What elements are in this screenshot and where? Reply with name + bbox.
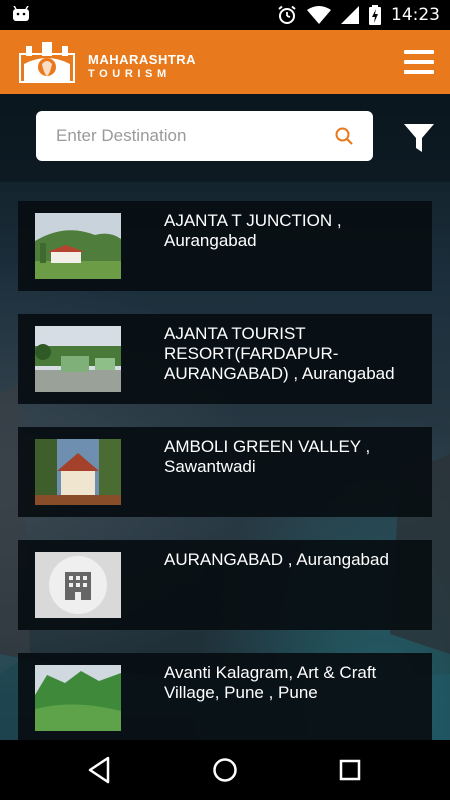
list-item[interactable]: AMBOLI GREEN VALLEY , Sawantwadi xyxy=(18,427,432,517)
status-bar: 14:23 xyxy=(0,0,450,30)
resort-photo xyxy=(35,439,121,505)
resort-photo xyxy=(35,326,121,392)
search-icon[interactable] xyxy=(335,127,353,145)
item-title: AJANTA TOURIST RESORT(FARDAPUR-AURANGABA… xyxy=(164,324,395,383)
item-title: Avanti Kalagram, Art & Craft Village, Pu… xyxy=(164,663,377,702)
navigation-bar xyxy=(0,740,450,800)
list-item[interactable]: AJANTA T JUNCTION , Aurangabad xyxy=(18,201,432,291)
home-icon[interactable] xyxy=(208,754,242,786)
search-box[interactable] xyxy=(36,111,373,161)
item-title: AURANGABAD , Aurangabad xyxy=(164,550,389,569)
resort-photo xyxy=(35,213,121,279)
hotel-placeholder-icon xyxy=(35,552,121,618)
destination-search-input[interactable] xyxy=(56,111,326,161)
alarm-icon xyxy=(278,5,296,24)
status-time: 14:23 xyxy=(391,5,440,25)
battery-charging-icon xyxy=(369,5,381,25)
list-item[interactable]: AURANGABAD , Aurangabad xyxy=(18,540,432,630)
app-header: MAHARASHTRA TOURISM xyxy=(0,30,450,94)
brand-title: MAHARASHTRA xyxy=(88,52,197,67)
back-icon[interactable] xyxy=(82,754,116,786)
hamburger-menu-icon[interactable] xyxy=(404,50,434,76)
maharashtra-tourism-logo xyxy=(19,42,75,83)
background-image xyxy=(0,94,450,740)
list-item[interactable]: Avanti Kalagram, Art & Craft Village, Pu… xyxy=(18,653,432,740)
filter-icon[interactable] xyxy=(404,122,434,154)
item-title: AJANTA T JUNCTION , Aurangabad xyxy=(164,211,342,250)
brand-subtitle: TOURISM xyxy=(88,68,171,80)
landscape-photo xyxy=(35,665,121,731)
recents-icon[interactable] xyxy=(333,754,367,786)
signal-icon xyxy=(341,6,359,24)
item-title: AMBOLI GREEN VALLEY , Sawantwadi xyxy=(164,437,371,476)
wifi-icon xyxy=(307,6,331,24)
android-icon xyxy=(13,6,29,21)
list-item[interactable]: AJANTA TOURIST RESORT(FARDAPUR-AURANGABA… xyxy=(18,314,432,404)
